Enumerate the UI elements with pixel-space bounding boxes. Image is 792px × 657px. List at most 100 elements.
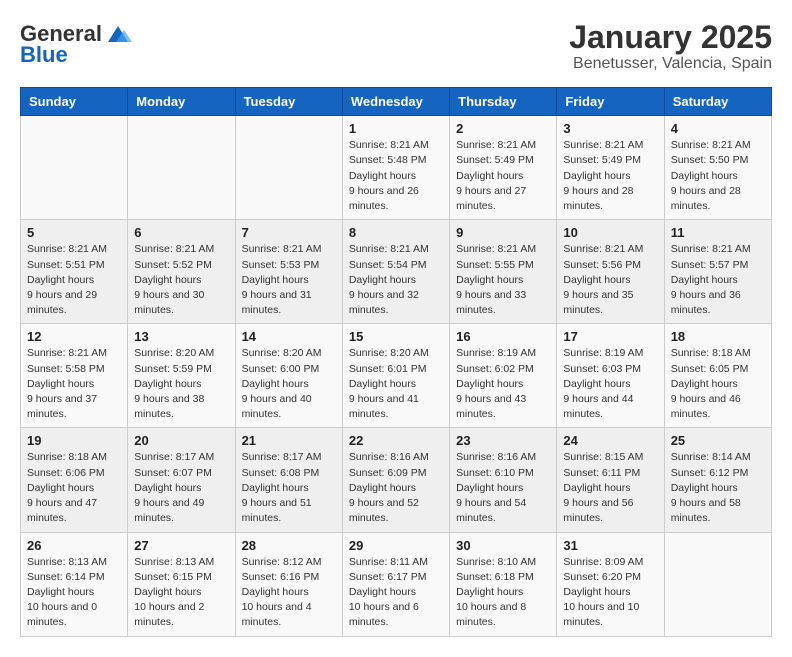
day-info: Sunrise: 8:20 AMSunset: 5:59 PMDaylight … — [134, 346, 228, 422]
day-info: Sunrise: 8:18 AMSunset: 6:06 PMDaylight … — [27, 450, 121, 526]
day-number: 5 — [27, 225, 121, 240]
calendar-cell: 4Sunrise: 8:21 AMSunset: 5:50 PMDaylight… — [664, 116, 771, 220]
calendar-header: SundayMondayTuesdayWednesdayThursdayFrid… — [21, 88, 772, 116]
day-number: 15 — [349, 329, 443, 344]
day-info: Sunrise: 8:21 AMSunset: 5:52 PMDaylight … — [134, 242, 228, 318]
day-number: 8 — [349, 225, 443, 240]
calendar-cell: 15 Sunrise: 8:20 AMSunset: 6:01 PMDayligh… — [342, 324, 449, 428]
day-info: Sunrise: 8:15 AMSunset: 6:11 PMDaylight … — [563, 450, 657, 526]
day-info: Sunrise: 8:21 AMSunset: 5:54 PMDaylight … — [349, 242, 443, 318]
logo: General Blue — [20, 20, 132, 66]
weekday-header: Tuesday — [235, 88, 342, 116]
day-number: 16 — [456, 329, 550, 344]
weekday-header: Sunday — [21, 88, 128, 116]
day-info: Sunrise: 8:21 AMSunset: 5:49 PMDaylight … — [456, 138, 550, 214]
day-number: 11 — [671, 225, 765, 240]
day-info: Sunrise: 8:16 AMSunset: 6:10 PMDaylight … — [456, 450, 550, 526]
day-info: Sunrise: 8:13 AMSunset: 6:15 PMDaylight … — [134, 555, 228, 631]
logo-icon — [104, 20, 132, 48]
day-number: 25 — [671, 433, 765, 448]
calendar-cell: 27 Sunrise: 8:13 AMSunset: 6:15 PMDayligh… — [128, 532, 235, 636]
calendar-subtitle: Benetusser, Valencia, Spain — [569, 55, 772, 73]
calendar-cell: 14 Sunrise: 8:20 AMSunset: 6:00 PMDayligh… — [235, 324, 342, 428]
day-number: 29 — [349, 538, 443, 553]
calendar-cell: 30 Sunrise: 8:10 AMSunset: 6:18 PMDayligh… — [450, 532, 557, 636]
day-info: Sunrise: 8:21 AMSunset: 5:48 PMDaylight … — [349, 138, 443, 214]
calendar-cell: 29Sunrise: 8:11 AMSunset: 6:17 PMDayligh… — [342, 532, 449, 636]
day-info: Sunrise: 8:16 AMSunset: 6:09 PMDaylight … — [349, 450, 443, 526]
weekday-header: Friday — [557, 88, 664, 116]
calendar-cell: 24 Sunrise: 8:15 AMSunset: 6:11 PMDayligh… — [557, 428, 664, 532]
calendar-title: January 2025 — [569, 20, 772, 55]
calendar-cell — [664, 532, 771, 636]
day-number: 30 — [456, 538, 550, 553]
day-info: Sunrise: 8:21 AMSunset: 5:53 PMDaylight … — [242, 242, 336, 318]
calendar-cell: 6Sunrise: 8:21 AMSunset: 5:52 PMDaylight… — [128, 220, 235, 324]
day-info: Sunrise: 8:20 AMSunset: 6:01 PMDaylight … — [349, 346, 443, 422]
day-info: Sunrise: 8:13 AMSunset: 6:14 PMDaylight … — [27, 555, 121, 631]
day-number: 23 — [456, 433, 550, 448]
day-number: 24 — [563, 433, 657, 448]
weekday-header: Saturday — [664, 88, 771, 116]
day-number: 26 — [27, 538, 121, 553]
calendar-cell — [235, 116, 342, 220]
day-number: 20 — [134, 433, 228, 448]
calendar-cell: 8 Sunrise: 8:21 AMSunset: 5:54 PMDaylight… — [342, 220, 449, 324]
day-info: Sunrise: 8:14 AMSunset: 6:12 PMDaylight … — [671, 450, 765, 526]
day-info: Sunrise: 8:12 AMSunset: 6:16 PMDaylight … — [242, 555, 336, 631]
header: General Blue January 2025 Benetusser, Va… — [20, 20, 772, 73]
day-info: Sunrise: 8:20 AMSunset: 6:00 PMDaylight … — [242, 346, 336, 422]
day-info: Sunrise: 8:09 AMSunset: 6:20 PMDaylight … — [563, 555, 657, 631]
calendar-cell: 19Sunrise: 8:18 AMSunset: 6:06 PMDayligh… — [21, 428, 128, 532]
day-number: 13 — [134, 329, 228, 344]
day-info: Sunrise: 8:21 AMSunset: 5:51 PMDaylight … — [27, 242, 121, 318]
day-info: Sunrise: 8:21 AMSunset: 5:57 PMDaylight … — [671, 242, 765, 318]
calendar-week-row: 5 Sunrise: 8:21 AMSunset: 5:51 PMDaylight… — [21, 220, 772, 324]
day-info: Sunrise: 8:10 AMSunset: 6:18 PMDaylight … — [456, 555, 550, 631]
day-number: 31 — [563, 538, 657, 553]
day-number: 14 — [242, 329, 336, 344]
calendar-cell: 21Sunrise: 8:17 AMSunset: 6:08 PMDayligh… — [235, 428, 342, 532]
calendar-week-row: 12Sunrise: 8:21 AMSunset: 5:58 PMDayligh… — [21, 324, 772, 428]
day-info: Sunrise: 8:21 AMSunset: 5:50 PMDaylight … — [671, 138, 765, 214]
day-number: 18 — [671, 329, 765, 344]
calendar-week-row: 1 Sunrise: 8:21 AMSunset: 5:48 PMDaylight… — [21, 116, 772, 220]
day-info: Sunrise: 8:19 AMSunset: 6:03 PMDaylight … — [563, 346, 657, 422]
day-number: 7 — [242, 225, 336, 240]
calendar-cell: 12Sunrise: 8:21 AMSunset: 5:58 PMDayligh… — [21, 324, 128, 428]
calendar-cell: 18 Sunrise: 8:18 AMSunset: 6:05 PMDayligh… — [664, 324, 771, 428]
calendar-cell: 11 Sunrise: 8:21 AMSunset: 5:57 PMDayligh… — [664, 220, 771, 324]
calendar-cell: 31 Sunrise: 8:09 AMSunset: 6:20 PMDayligh… — [557, 532, 664, 636]
day-info: Sunrise: 8:21 AMSunset: 5:58 PMDaylight … — [27, 346, 121, 422]
day-number: 17 — [563, 329, 657, 344]
weekday-header: Thursday — [450, 88, 557, 116]
calendar-cell: 16 Sunrise: 8:19 AMSunset: 6:02 PMDayligh… — [450, 324, 557, 428]
calendar-cell: 9Sunrise: 8:21 AMSunset: 5:55 PMDaylight… — [450, 220, 557, 324]
day-number: 9 — [456, 225, 550, 240]
calendar-cell — [128, 116, 235, 220]
weekday-header: Wednesday — [342, 88, 449, 116]
day-info: Sunrise: 8:19 AMSunset: 6:02 PMDaylight … — [456, 346, 550, 422]
day-info: Sunrise: 8:17 AMSunset: 6:07 PMDaylight … — [134, 450, 228, 526]
calendar-cell: 10 Sunrise: 8:21 AMSunset: 5:56 PMDayligh… — [557, 220, 664, 324]
calendar-cell: 13 Sunrise: 8:20 AMSunset: 5:59 PMDayligh… — [128, 324, 235, 428]
day-number: 1 — [349, 121, 443, 136]
day-number: 10 — [563, 225, 657, 240]
day-info: Sunrise: 8:21 AMSunset: 5:49 PMDaylight … — [563, 138, 657, 214]
calendar-cell: 17 Sunrise: 8:19 AMSunset: 6:03 PMDayligh… — [557, 324, 664, 428]
day-number: 28 — [242, 538, 336, 553]
day-number: 27 — [134, 538, 228, 553]
day-number: 2 — [456, 121, 550, 136]
logo-blue: Blue — [20, 44, 68, 66]
calendar-cell: 25 Sunrise: 8:14 AMSunset: 6:12 PMDayligh… — [664, 428, 771, 532]
day-number: 3 — [563, 121, 657, 136]
weekday-header: Monday — [128, 88, 235, 116]
calendar-cell: 3 Sunrise: 8:21 AMSunset: 5:49 PMDaylight… — [557, 116, 664, 220]
day-info: Sunrise: 8:18 AMSunset: 6:05 PMDaylight … — [671, 346, 765, 422]
calendar-cell: 23 Sunrise: 8:16 AMSunset: 6:10 PMDayligh… — [450, 428, 557, 532]
day-info: Sunrise: 8:21 AMSunset: 5:56 PMDaylight … — [563, 242, 657, 318]
title-block: January 2025 Benetusser, Valencia, Spain — [569, 20, 772, 73]
calendar-cell: 2 Sunrise: 8:21 AMSunset: 5:49 PMDaylight… — [450, 116, 557, 220]
calendar-week-row: 26 Sunrise: 8:13 AMSunset: 6:14 PMDayligh… — [21, 532, 772, 636]
calendar-cell: 5 Sunrise: 8:21 AMSunset: 5:51 PMDaylight… — [21, 220, 128, 324]
